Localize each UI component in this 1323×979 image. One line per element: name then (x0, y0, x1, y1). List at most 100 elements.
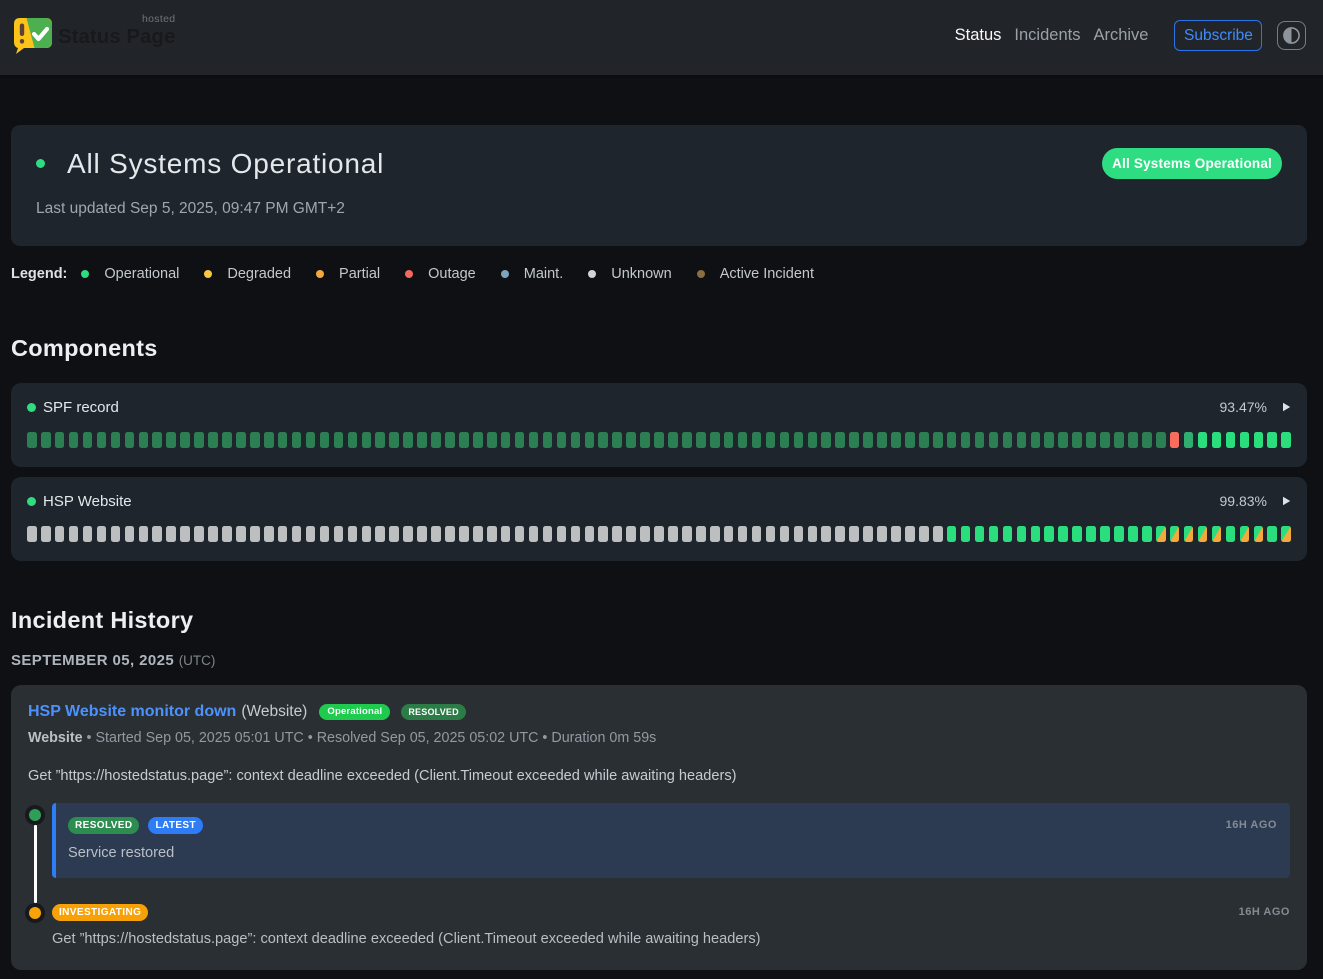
uptime-bar-unknown[interactable] (571, 526, 581, 542)
uptime-bar-ok-dim[interactable] (766, 432, 776, 448)
uptime-bar-unknown[interactable] (919, 526, 929, 542)
uptime-bar-ok[interactable] (1114, 526, 1124, 542)
uptime-bar-unknown[interactable] (543, 526, 553, 542)
uptime-bar-ok-dim[interactable] (473, 432, 483, 448)
uptime-bar-unknown[interactable] (738, 526, 748, 542)
uptime-bar-unknown[interactable] (97, 526, 107, 542)
uptime-bar-ok-dim[interactable] (821, 432, 831, 448)
uptime-bar-ok-dim[interactable] (264, 432, 274, 448)
uptime-bar-ok-dim[interactable] (557, 432, 567, 448)
uptime-bar-ok-dim[interactable] (724, 432, 734, 448)
uptime-bar-unknown[interactable] (306, 526, 316, 542)
uptime-bar-ok-dim[interactable] (250, 432, 260, 448)
uptime-bar-unknown[interactable] (208, 526, 218, 542)
uptime-bar-ok-dim[interactable] (208, 432, 218, 448)
uptime-bar-unknown[interactable] (180, 526, 190, 542)
nav-link-archive[interactable]: Archive (1087, 26, 1155, 45)
uptime-bar-ok-dim[interactable] (877, 432, 887, 448)
uptime-bar-ok[interactable] (1031, 526, 1041, 542)
uptime-bar-unknown[interactable] (515, 526, 525, 542)
uptime-bar-ok[interactable] (1281, 432, 1291, 448)
uptime-bar-unknown[interactable] (891, 526, 901, 542)
uptime-bar-unknown[interactable] (445, 526, 455, 542)
uptime-bar-ok-dim[interactable] (1044, 432, 1054, 448)
uptime-bar-ok-dim[interactable] (180, 432, 190, 448)
theme-toggle-button[interactable] (1277, 21, 1306, 50)
uptime-bar-unknown[interactable] (710, 526, 720, 542)
uptime-bar-ok-dim[interactable] (571, 432, 581, 448)
uptime-bar-ok-mid[interactable] (1184, 432, 1194, 448)
uptime-bar-ok-dim[interactable] (863, 432, 873, 448)
uptime-bar-ok-dim[interactable] (55, 432, 65, 448)
uptime-bar-ok[interactable] (1240, 432, 1250, 448)
uptime-bar-ok-dim[interactable] (1142, 432, 1152, 448)
uptime-bar-unknown[interactable] (139, 526, 149, 542)
uptime-bar-ok-dim[interactable] (1114, 432, 1124, 448)
uptime-bar-ok[interactable] (1254, 432, 1264, 448)
uptime-bar-ok-dim[interactable] (125, 432, 135, 448)
uptime-bar-unknown[interactable] (250, 526, 260, 542)
uptime-bar-ok-dim[interactable] (431, 432, 441, 448)
uptime-bar-ok[interactable] (1086, 526, 1096, 542)
uptime-bar-ok-dim[interactable] (1100, 432, 1110, 448)
uptime-bar-ok-dim[interactable] (1058, 432, 1068, 448)
uptime-bar-unknown[interactable] (431, 526, 441, 542)
uptime-bar-unknown[interactable] (375, 526, 385, 542)
incident-title-link[interactable]: HSP Website monitor down (28, 703, 236, 721)
uptime-bar-ok-dim[interactable] (292, 432, 302, 448)
uptime-bar-unknown[interactable] (487, 526, 497, 542)
uptime-bar-ok-dim[interactable] (668, 432, 678, 448)
uptime-bar-ok[interactable] (1044, 526, 1054, 542)
uptime-bar-mixed[interactable] (1170, 526, 1180, 542)
uptime-bar-unknown[interactable] (41, 526, 51, 542)
uptime-bar-ok-dim[interactable] (362, 432, 372, 448)
uptime-bar-ok-dim[interactable] (933, 432, 943, 448)
uptime-bar-ok-dim[interactable] (1003, 432, 1013, 448)
uptime-bar-unknown[interactable] (111, 526, 121, 542)
uptime-bar-unknown[interactable] (640, 526, 650, 542)
nav-link-incidents[interactable]: Incidents (1008, 26, 1087, 45)
uptime-bar-ok[interactable] (1100, 526, 1110, 542)
uptime-bar-unknown[interactable] (83, 526, 93, 542)
uptime-bar-ok[interactable] (1226, 526, 1236, 542)
uptime-bar-ok-dim[interactable] (417, 432, 427, 448)
component-expand-arrow-icon[interactable] (1282, 496, 1291, 506)
uptime-bar-ok-dim[interactable] (1017, 432, 1027, 448)
uptime-bar-unknown[interactable] (417, 526, 427, 542)
uptime-bar-unknown[interactable] (264, 526, 274, 542)
uptime-bar-ok-dim[interactable] (41, 432, 51, 448)
uptime-bar-unknown[interactable] (612, 526, 622, 542)
uptime-bar-unknown[interactable] (320, 526, 330, 542)
uptime-bar-ok-dim[interactable] (1128, 432, 1138, 448)
uptime-bar-ok-dim[interactable] (111, 432, 121, 448)
uptime-bar-unknown[interactable] (626, 526, 636, 542)
uptime-bar-ok-dim[interactable] (501, 432, 511, 448)
uptime-bar-ok-dim[interactable] (780, 432, 790, 448)
uptime-bar-ok-dim[interactable] (278, 432, 288, 448)
uptime-bar-ok-dim[interactable] (389, 432, 399, 448)
uptime-bar-ok-dim[interactable] (166, 432, 176, 448)
uptime-bar-ok-dim[interactable] (69, 432, 79, 448)
uptime-bar-unknown[interactable] (766, 526, 776, 542)
uptime-bar-unknown[interactable] (780, 526, 790, 542)
uptime-bar-unknown[interactable] (69, 526, 79, 542)
uptime-bar-unknown[interactable] (334, 526, 344, 542)
uptime-bar-ok-dim[interactable] (403, 432, 413, 448)
uptime-bar-ok-dim[interactable] (320, 432, 330, 448)
uptime-bar-unknown[interactable] (557, 526, 567, 542)
uptime-bar-ok[interactable] (961, 526, 971, 542)
uptime-bar-ok[interactable] (1058, 526, 1068, 542)
uptime-bar-ok-dim[interactable] (306, 432, 316, 448)
uptime-bar-ok-dim[interactable] (152, 432, 162, 448)
uptime-bar-ok-dim[interactable] (1086, 432, 1096, 448)
uptime-bar-unknown[interactable] (668, 526, 678, 542)
uptime-bar-unknown[interactable] (473, 526, 483, 542)
uptime-bar-ok-dim[interactable] (975, 432, 985, 448)
uptime-bar-unknown[interactable] (222, 526, 232, 542)
uptime-bar-ok[interactable] (1128, 526, 1138, 542)
uptime-bar-ok-dim[interactable] (989, 432, 999, 448)
uptime-bar-unknown[interactable] (808, 526, 818, 542)
uptime-bar-unknown[interactable] (933, 526, 943, 542)
uptime-bar-ok-dim[interactable] (835, 432, 845, 448)
uptime-bar-mixed[interactable] (1254, 526, 1264, 542)
